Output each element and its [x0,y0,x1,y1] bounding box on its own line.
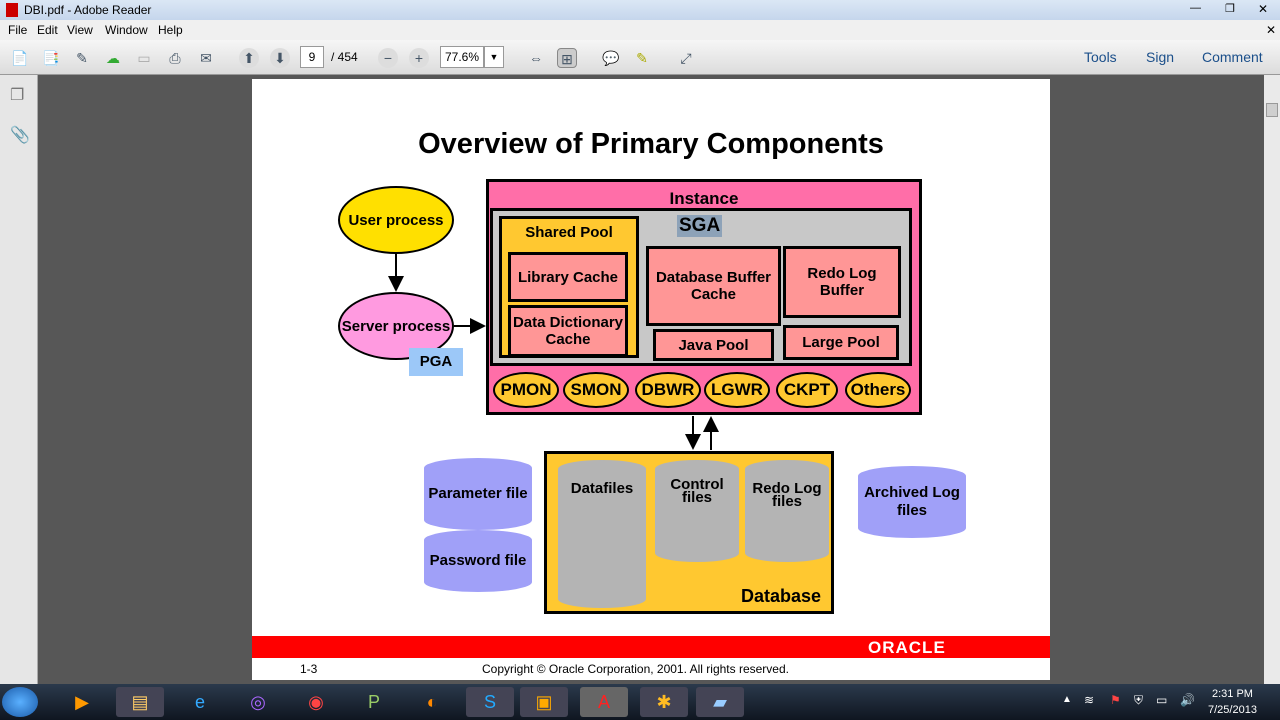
adobe-reader-taskbar-icon[interactable]: A [580,687,628,717]
photoshop-icon[interactable]: P [350,687,398,717]
chrome-icon[interactable]: ◉ [292,687,340,717]
start-button[interactable] [2,687,38,717]
internet-explorer-icon[interactable]: e [176,687,224,717]
network-icon[interactable]: ≋ [1084,693,1094,707]
bittorrent-icon[interactable]: ◎ [234,687,282,717]
volume-icon[interactable]: 🔊 [1180,693,1195,707]
password-file: Password file [424,530,532,592]
datafiles-cylinder: Datafiles [558,460,646,608]
show-hidden-icons[interactable]: ▲ [1062,694,1072,705]
copyright-text: Copyright © Oracle Corporation, 2001. Al… [482,662,789,676]
redo-log-files-cylinder: Redo Log files [745,460,829,562]
archived-log-files: Archived Log files [858,466,966,538]
control-files-cylinder: Control files [655,460,739,562]
slide-number: 1-3 [300,662,318,676]
parameter-file: Parameter file [424,458,532,530]
picasa-icon[interactable]: ✱ [640,687,688,717]
tray-security-icon[interactable]: ⛨ [1134,693,1143,708]
oracle-logo: ORACLE [868,638,946,657]
clock-time[interactable]: 2:31 PM [1212,688,1253,700]
tray-flag-icon[interactable]: ⚑ [1110,693,1121,707]
clock-date[interactable]: 7/25/2013 [1208,704,1257,716]
slide-footer-bar: ORACLE [252,636,1050,658]
taskbar: ▶ ▤ e ◎ ◉ P ◐ S ▣ A ✱ ▰ ▲ ≋ ⚑ ⛨ ▭ 🔊 2:31… [0,684,1280,720]
virtualbox-icon[interactable]: ▣ [520,687,568,717]
file-explorer-icon[interactable]: ▤ [116,687,164,717]
skype-icon[interactable]: S [466,687,514,717]
tray-display-icon[interactable]: ▭ [1156,693,1167,707]
media-player-icon[interactable]: ▶ [58,687,106,717]
firefox-icon[interactable]: ◐ [408,687,456,717]
database-label: Database [740,586,821,606]
notepad-icon[interactable]: ▰ [696,687,744,717]
